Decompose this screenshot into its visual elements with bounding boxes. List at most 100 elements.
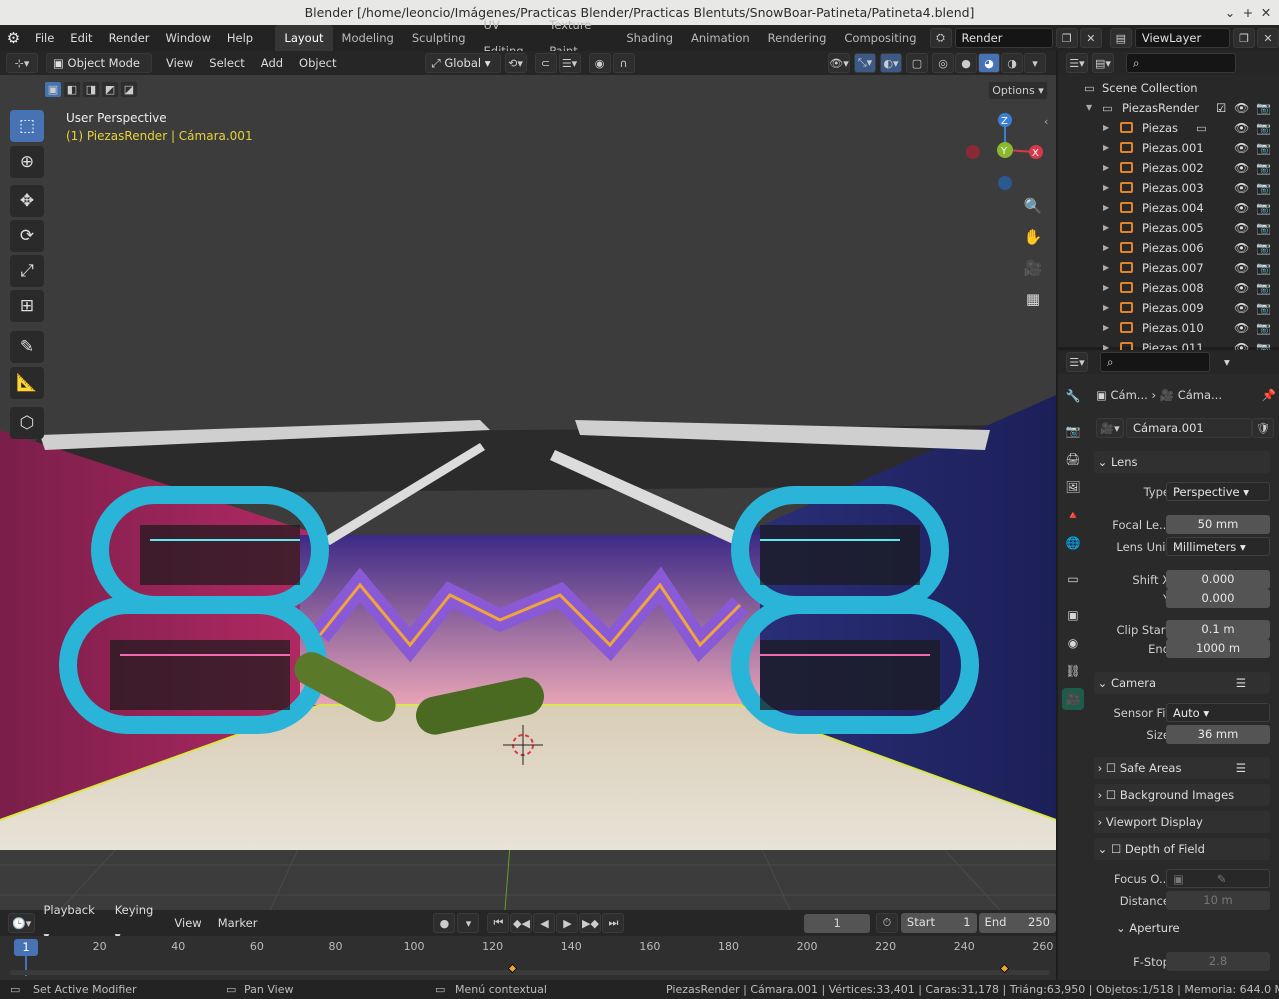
safe-areas-panel-header[interactable]: › ☐ Safe Areas ☰ (1094, 757, 1270, 779)
outliner-row-piezas-009[interactable]: ▶ Piezas.009 👁 📷 (1058, 298, 1279, 318)
outliner-row-piezas-001[interactable]: ▶ Piezas.001 👁 📷 (1058, 138, 1279, 158)
eye-icon[interactable]: 👁 (1234, 158, 1249, 178)
pin-icon[interactable]: 📌 (1262, 385, 1276, 405)
outliner-row-piezas-003[interactable]: ▶ Piezas.003 👁 📷 (1058, 178, 1279, 198)
expand-icon[interactable]: ▶ (1103, 178, 1109, 198)
jump-start-icon[interactable]: ⏮ (487, 913, 510, 933)
camera-render-icon[interactable]: 📷 (1256, 238, 1271, 258)
outliner-row-piezas-010[interactable]: ▶ Piezas.010 👁 📷 (1058, 318, 1279, 338)
output-tab-icon[interactable]: 🖨 (1062, 448, 1084, 470)
camera-render-icon[interactable]: 📷 (1256, 218, 1271, 238)
outliner-search-input[interactable]: ⌕ (1126, 53, 1236, 73)
expand-icon[interactable]: ▶ (1103, 318, 1109, 338)
rendered-shading-icon[interactable]: ◑ (1001, 53, 1023, 73)
outliner-row-piezas-007[interactable]: ▶ Piezas.007 👁 📷 (1058, 258, 1279, 278)
outliner-row-piezas-005[interactable]: ▶ Piezas.005 👁 📷 (1058, 218, 1279, 238)
solid-shading-icon[interactable]: ● (955, 53, 977, 73)
expand-icon[interactable]: ▶ (1103, 298, 1109, 318)
view-layer-icon[interactable]: ▤ (1109, 28, 1132, 48)
move-tool-icon[interactable]: ✥ (10, 185, 44, 217)
viewport-menu-add[interactable]: Add (253, 50, 291, 76)
timeline-menu-marker[interactable]: Marker (210, 910, 266, 936)
scene-name-field[interactable]: Render (954, 28, 1053, 48)
eye-icon[interactable]: 👁 (1234, 218, 1249, 238)
add-cube-tool-icon[interactable]: ⬡ (10, 407, 44, 439)
editor-type-icon[interactable]: ⊹▾ (6, 53, 38, 73)
menu-render[interactable]: Render (101, 25, 158, 51)
object-tab-icon[interactable]: ▣ (1062, 604, 1084, 626)
camera-render-icon[interactable]: 📷 (1256, 318, 1271, 338)
outliner-row-piezas-004[interactable]: ▶ Piezas.004 👁 📷 (1058, 198, 1279, 218)
camera-render-icon[interactable]: 📷 (1256, 98, 1271, 118)
proportional-edit-icon[interactable]: ◉ (588, 53, 611, 73)
outliner-row-piezas-008[interactable]: ▶ Piezas.008 👁 📷 (1058, 278, 1279, 298)
view-layer-field[interactable]: ViewLayer (1134, 28, 1230, 48)
outliner-row-piezas-006[interactable]: ▶ Piezas.006 👁 📷 (1058, 238, 1279, 258)
eye-icon[interactable]: 👁 (1234, 258, 1249, 278)
navigation-gizmo[interactable]: Z X Y (962, 110, 1052, 200)
lens-type-dropdown[interactable]: Perspective ▾ (1166, 482, 1270, 501)
shading-options-icon[interactable]: ▾ (1024, 53, 1046, 73)
menu-help[interactable]: Help (219, 25, 261, 51)
eye-icon[interactable]: 👁 (1234, 298, 1249, 318)
outliner-row-piezasrender[interactable]: ▼ ▭ PiezasRender ☑ 👁 📷 (1058, 98, 1279, 118)
start-frame-field[interactable]: Start 1 (900, 913, 977, 933)
expand-icon[interactable]: ▶ (1103, 258, 1109, 278)
timeline-editor-icon[interactable]: 🕒▾ (8, 913, 36, 933)
properties-editor-icon[interactable]: ☰▾ (1066, 352, 1088, 372)
background-images-panel-header[interactable]: › ☐ Background Images (1094, 784, 1270, 806)
ortho-grid-icon[interactable]: ▦ (1019, 285, 1047, 313)
expand-icon[interactable]: ▶ (1103, 238, 1109, 258)
select-new-icon[interactable]: ▣ (44, 81, 62, 98)
cursor-tool-icon[interactable]: ⊕ (10, 146, 44, 178)
neg-x-axis-icon[interactable] (966, 145, 980, 159)
snap-target-icon[interactable]: ☰▾ (558, 53, 581, 73)
3d-viewport[interactable]: User Perspective (1) PiezasRender | Cáma… (0, 75, 1056, 910)
mode-selector[interactable]: ▣ Object Mode ▾ (46, 53, 152, 88)
preview-range-icon[interactable]: ⏱ (875, 913, 898, 933)
eye-icon[interactable]: 👁 (1234, 278, 1249, 298)
properties-options-icon[interactable]: ▾ (1224, 355, 1230, 369)
material-shading-icon[interactable]: ◕ (978, 53, 1000, 73)
timeline-scrollbar[interactable] (10, 970, 1050, 975)
play-icon[interactable]: ▶ (556, 913, 579, 933)
current-frame-field[interactable]: 1 (804, 913, 870, 933)
camera-render-icon[interactable]: 📷 (1256, 258, 1271, 278)
camera-render-icon[interactable]: 📷 (1256, 278, 1271, 298)
clip-start-field[interactable]: 0.1 m (1166, 620, 1270, 639)
camera-render-icon[interactable]: 📷 (1256, 198, 1271, 218)
jump-end-icon[interactable]: ⏭ (602, 913, 625, 933)
expand-icon[interactable]: ▶ (1103, 138, 1109, 158)
eye-icon[interactable]: 👁 (1234, 138, 1249, 158)
select-subtract-icon[interactable]: ◨ (82, 81, 100, 98)
collection-tab-icon[interactable]: ▭ (1062, 568, 1084, 590)
eye-icon[interactable]: 👁 (1234, 238, 1249, 258)
expand-icon[interactable]: ▶ (1103, 118, 1109, 138)
viewport-display-panel-header[interactable]: › Viewport Display (1094, 811, 1270, 833)
camera-render-icon[interactable]: 📷 (1256, 158, 1271, 178)
rotate-tool-icon[interactable]: ⟳ (10, 220, 44, 252)
tab-shading[interactable]: Shading (617, 25, 682, 51)
viewport-menu-object[interactable]: Object (291, 50, 344, 76)
menu-file[interactable]: File (27, 25, 62, 51)
expand-icon[interactable]: ▶ (1103, 278, 1109, 298)
xray-icon[interactable]: ▢ (906, 53, 928, 73)
camera-datablock-icon[interactable]: 🎥▾ (1096, 418, 1124, 438)
eye-icon[interactable]: 👁 (1234, 178, 1249, 198)
scene-selector-icon[interactable]: ⛭ (929, 28, 952, 48)
gizmo-toggle-icon[interactable]: ⤡▾ (854, 53, 876, 73)
snap-icon[interactable]: ⊂ (534, 53, 557, 73)
display-mode-icon[interactable]: ▤▾ (1092, 53, 1114, 73)
list-icon[interactable]: ☰ (1236, 757, 1246, 779)
neg-z-axis-icon[interactable] (998, 176, 1012, 190)
minimize-icon[interactable]: ⌄ (1220, 0, 1240, 25)
scene-collection-row[interactable]: ▭ Scene Collection (1058, 78, 1279, 98)
blender-logo-icon[interactable]: ⚙ (0, 29, 27, 47)
eye-icon[interactable]: 👁 (1234, 98, 1249, 118)
lens-unit-dropdown[interactable]: Millimeters ▾ (1166, 537, 1270, 556)
sensor-fit-dropdown[interactable]: Auto ▾ (1166, 703, 1270, 722)
view-layer-tab-icon[interactable]: 🖼 (1062, 476, 1084, 498)
camera-name-field[interactable]: Cámara.001 (1126, 418, 1252, 438)
overlay-toggle-icon[interactable]: ◐▾ (880, 53, 902, 73)
transform-tool-icon[interactable]: ⊞ (10, 290, 44, 322)
